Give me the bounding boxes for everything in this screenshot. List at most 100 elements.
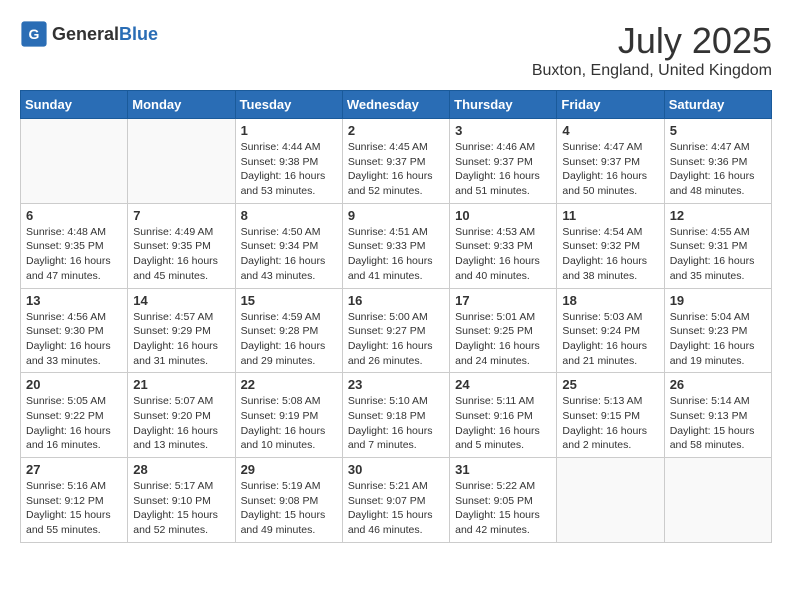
calendar-cell: 8 Sunrise: 4:50 AMSunset: 9:34 PMDaylight… <box>235 203 342 288</box>
day-number: 28 <box>133 462 229 477</box>
title-block: July 2025 Buxton, England, United Kingdo… <box>532 20 772 80</box>
calendar-cell: 27 Sunrise: 5:16 AMSunset: 9:12 PMDayligh… <box>21 458 128 543</box>
day-info: Sunrise: 5:11 AMSunset: 9:16 PMDaylight:… <box>455 394 551 453</box>
svg-text:G: G <box>29 26 40 42</box>
day-info: Sunrise: 5:07 AMSunset: 9:20 PMDaylight:… <box>133 394 229 453</box>
day-info: Sunrise: 4:44 AMSunset: 9:38 PMDaylight:… <box>241 140 337 199</box>
day-number: 17 <box>455 293 551 308</box>
day-info: Sunrise: 5:10 AMSunset: 9:18 PMDaylight:… <box>348 394 444 453</box>
page-header: G GeneralBlue July 2025 Buxton, England,… <box>20 20 772 80</box>
logo: G GeneralBlue <box>20 20 158 48</box>
day-info: Sunrise: 4:46 AMSunset: 9:37 PMDaylight:… <box>455 140 551 199</box>
day-number: 15 <box>241 293 337 308</box>
day-info: Sunrise: 4:47 AMSunset: 9:37 PMDaylight:… <box>562 140 658 199</box>
calendar-cell: 21Sunrise: 5:07 AMSunset: 9:20 PMDayligh… <box>128 373 235 458</box>
calendar-cell: 12Sunrise: 4:55 AMSunset: 9:31 PMDayligh… <box>664 203 771 288</box>
day-number: 3 <box>455 123 551 138</box>
column-header-saturday: Saturday <box>664 91 771 119</box>
column-header-friday: Friday <box>557 91 664 119</box>
day-info: Sunrise: 4:50 AMSunset: 9:34 PMDaylight:… <box>241 225 337 284</box>
day-number: 5 <box>670 123 766 138</box>
calendar-cell: 23Sunrise: 5:10 AMSunset: 9:18 PMDayligh… <box>342 373 449 458</box>
day-info: Sunrise: 5:19 AMSunset: 9:08 PMDaylight:… <box>241 479 337 538</box>
day-info: Sunrise: 5:03 AMSunset: 9:24 PMDaylight:… <box>562 310 658 369</box>
day-number: 8 <box>241 208 337 223</box>
day-number: 7 <box>133 208 229 223</box>
calendar-cell: 16Sunrise: 5:00 AMSunset: 9:27 PMDayligh… <box>342 288 449 373</box>
calendar-cell: 10 Sunrise: 4:53 AMSunset: 9:33 PMDayligh… <box>450 203 557 288</box>
day-number: 9 <box>348 208 444 223</box>
day-info: Sunrise: 4:55 AMSunset: 9:31 PMDaylight:… <box>670 225 766 284</box>
week-row-3: 13Sunrise: 4:56 AMSunset: 9:30 PMDayligh… <box>21 288 772 373</box>
calendar-cell: 22 Sunrise: 5:08 AMSunset: 9:19 PMDayligh… <box>235 373 342 458</box>
day-info: Sunrise: 5:08 AMSunset: 9:19 PMDaylight:… <box>241 394 337 453</box>
day-info: Sunrise: 4:57 AMSunset: 9:29 PMDaylight:… <box>133 310 229 369</box>
calendar-cell: 3 Sunrise: 4:46 AMSunset: 9:37 PMDaylight… <box>450 119 557 204</box>
logo-text-blue: Blue <box>119 24 158 44</box>
week-row-4: 20 Sunrise: 5:05 AMSunset: 9:22 PMDayligh… <box>21 373 772 458</box>
week-row-1: 1 Sunrise: 4:44 AMSunset: 9:38 PMDaylight… <box>21 119 772 204</box>
calendar-cell: 2Sunrise: 4:45 AMSunset: 9:37 PMDaylight… <box>342 119 449 204</box>
day-info: Sunrise: 5:04 AMSunset: 9:23 PMDaylight:… <box>670 310 766 369</box>
column-header-wednesday: Wednesday <box>342 91 449 119</box>
day-number: 11 <box>562 208 658 223</box>
day-number: 30 <box>348 462 444 477</box>
calendar-cell: 4 Sunrise: 4:47 AMSunset: 9:37 PMDaylight… <box>557 119 664 204</box>
day-info: Sunrise: 4:59 AMSunset: 9:28 PMDaylight:… <box>241 310 337 369</box>
calendar-cell: 20 Sunrise: 5:05 AMSunset: 9:22 PMDayligh… <box>21 373 128 458</box>
day-info: Sunrise: 5:22 AMSunset: 9:05 PMDaylight:… <box>455 479 551 538</box>
calendar-cell: 31 Sunrise: 5:22 AMSunset: 9:05 PMDayligh… <box>450 458 557 543</box>
day-number: 4 <box>562 123 658 138</box>
day-info: Sunrise: 4:53 AMSunset: 9:33 PMDaylight:… <box>455 225 551 284</box>
day-info: Sunrise: 5:14 AMSunset: 9:13 PMDaylight:… <box>670 394 766 453</box>
day-info: Sunrise: 4:47 AMSunset: 9:36 PMDaylight:… <box>670 140 766 199</box>
day-number: 16 <box>348 293 444 308</box>
day-info: Sunrise: 5:05 AMSunset: 9:22 PMDaylight:… <box>26 394 122 453</box>
day-number: 27 <box>26 462 122 477</box>
day-info: Sunrise: 4:51 AMSunset: 9:33 PMDaylight:… <box>348 225 444 284</box>
logo-icon: G <box>20 20 48 48</box>
calendar-cell <box>557 458 664 543</box>
calendar-cell: 5 Sunrise: 4:47 AMSunset: 9:36 PMDaylight… <box>664 119 771 204</box>
calendar-cell <box>664 458 771 543</box>
day-number: 13 <box>26 293 122 308</box>
week-row-2: 6Sunrise: 4:48 AMSunset: 9:35 PMDaylight… <box>21 203 772 288</box>
day-number: 10 <box>455 208 551 223</box>
day-info: Sunrise: 5:17 AMSunset: 9:10 PMDaylight:… <box>133 479 229 538</box>
day-number: 31 <box>455 462 551 477</box>
calendar-cell: 30 Sunrise: 5:21 AMSunset: 9:07 PMDayligh… <box>342 458 449 543</box>
day-info: Sunrise: 4:49 AMSunset: 9:35 PMDaylight:… <box>133 225 229 284</box>
calendar-cell: 24 Sunrise: 5:11 AMSunset: 9:16 PMDayligh… <box>450 373 557 458</box>
column-header-sunday: Sunday <box>21 91 128 119</box>
calendar-cell: 19Sunrise: 5:04 AMSunset: 9:23 PMDayligh… <box>664 288 771 373</box>
day-number: 24 <box>455 377 551 392</box>
calendar-cell: 9 Sunrise: 4:51 AMSunset: 9:33 PMDaylight… <box>342 203 449 288</box>
day-number: 14 <box>133 293 229 308</box>
day-info: Sunrise: 5:13 AMSunset: 9:15 PMDaylight:… <box>562 394 658 453</box>
month-year-title: July 2025 <box>532 20 772 62</box>
calendar-cell: 28 Sunrise: 5:17 AMSunset: 9:10 PMDayligh… <box>128 458 235 543</box>
calendar-cell <box>128 119 235 204</box>
day-info: Sunrise: 4:54 AMSunset: 9:32 PMDaylight:… <box>562 225 658 284</box>
day-number: 2 <box>348 123 444 138</box>
calendar-cell: 26 Sunrise: 5:14 AMSunset: 9:13 PMDayligh… <box>664 373 771 458</box>
day-number: 26 <box>670 377 766 392</box>
calendar-header-row: SundayMondayTuesdayWednesdayThursdayFrid… <box>21 91 772 119</box>
column-header-monday: Monday <box>128 91 235 119</box>
calendar-cell <box>21 119 128 204</box>
day-number: 20 <box>26 377 122 392</box>
calendar-cell: 6Sunrise: 4:48 AMSunset: 9:35 PMDaylight… <box>21 203 128 288</box>
day-number: 22 <box>241 377 337 392</box>
week-row-5: 27 Sunrise: 5:16 AMSunset: 9:12 PMDayligh… <box>21 458 772 543</box>
day-info: Sunrise: 5:16 AMSunset: 9:12 PMDaylight:… <box>26 479 122 538</box>
calendar-table: SundayMondayTuesdayWednesdayThursdayFrid… <box>20 90 772 543</box>
calendar-cell: 29Sunrise: 5:19 AMSunset: 9:08 PMDayligh… <box>235 458 342 543</box>
column-header-tuesday: Tuesday <box>235 91 342 119</box>
day-number: 6 <box>26 208 122 223</box>
day-info: Sunrise: 5:01 AMSunset: 9:25 PMDaylight:… <box>455 310 551 369</box>
calendar-cell: 25Sunrise: 5:13 AMSunset: 9:15 PMDayligh… <box>557 373 664 458</box>
day-info: Sunrise: 5:21 AMSunset: 9:07 PMDaylight:… <box>348 479 444 538</box>
day-number: 1 <box>241 123 337 138</box>
calendar-cell: 11 Sunrise: 4:54 AMSunset: 9:32 PMDayligh… <box>557 203 664 288</box>
calendar-cell: 7 Sunrise: 4:49 AMSunset: 9:35 PMDaylight… <box>128 203 235 288</box>
